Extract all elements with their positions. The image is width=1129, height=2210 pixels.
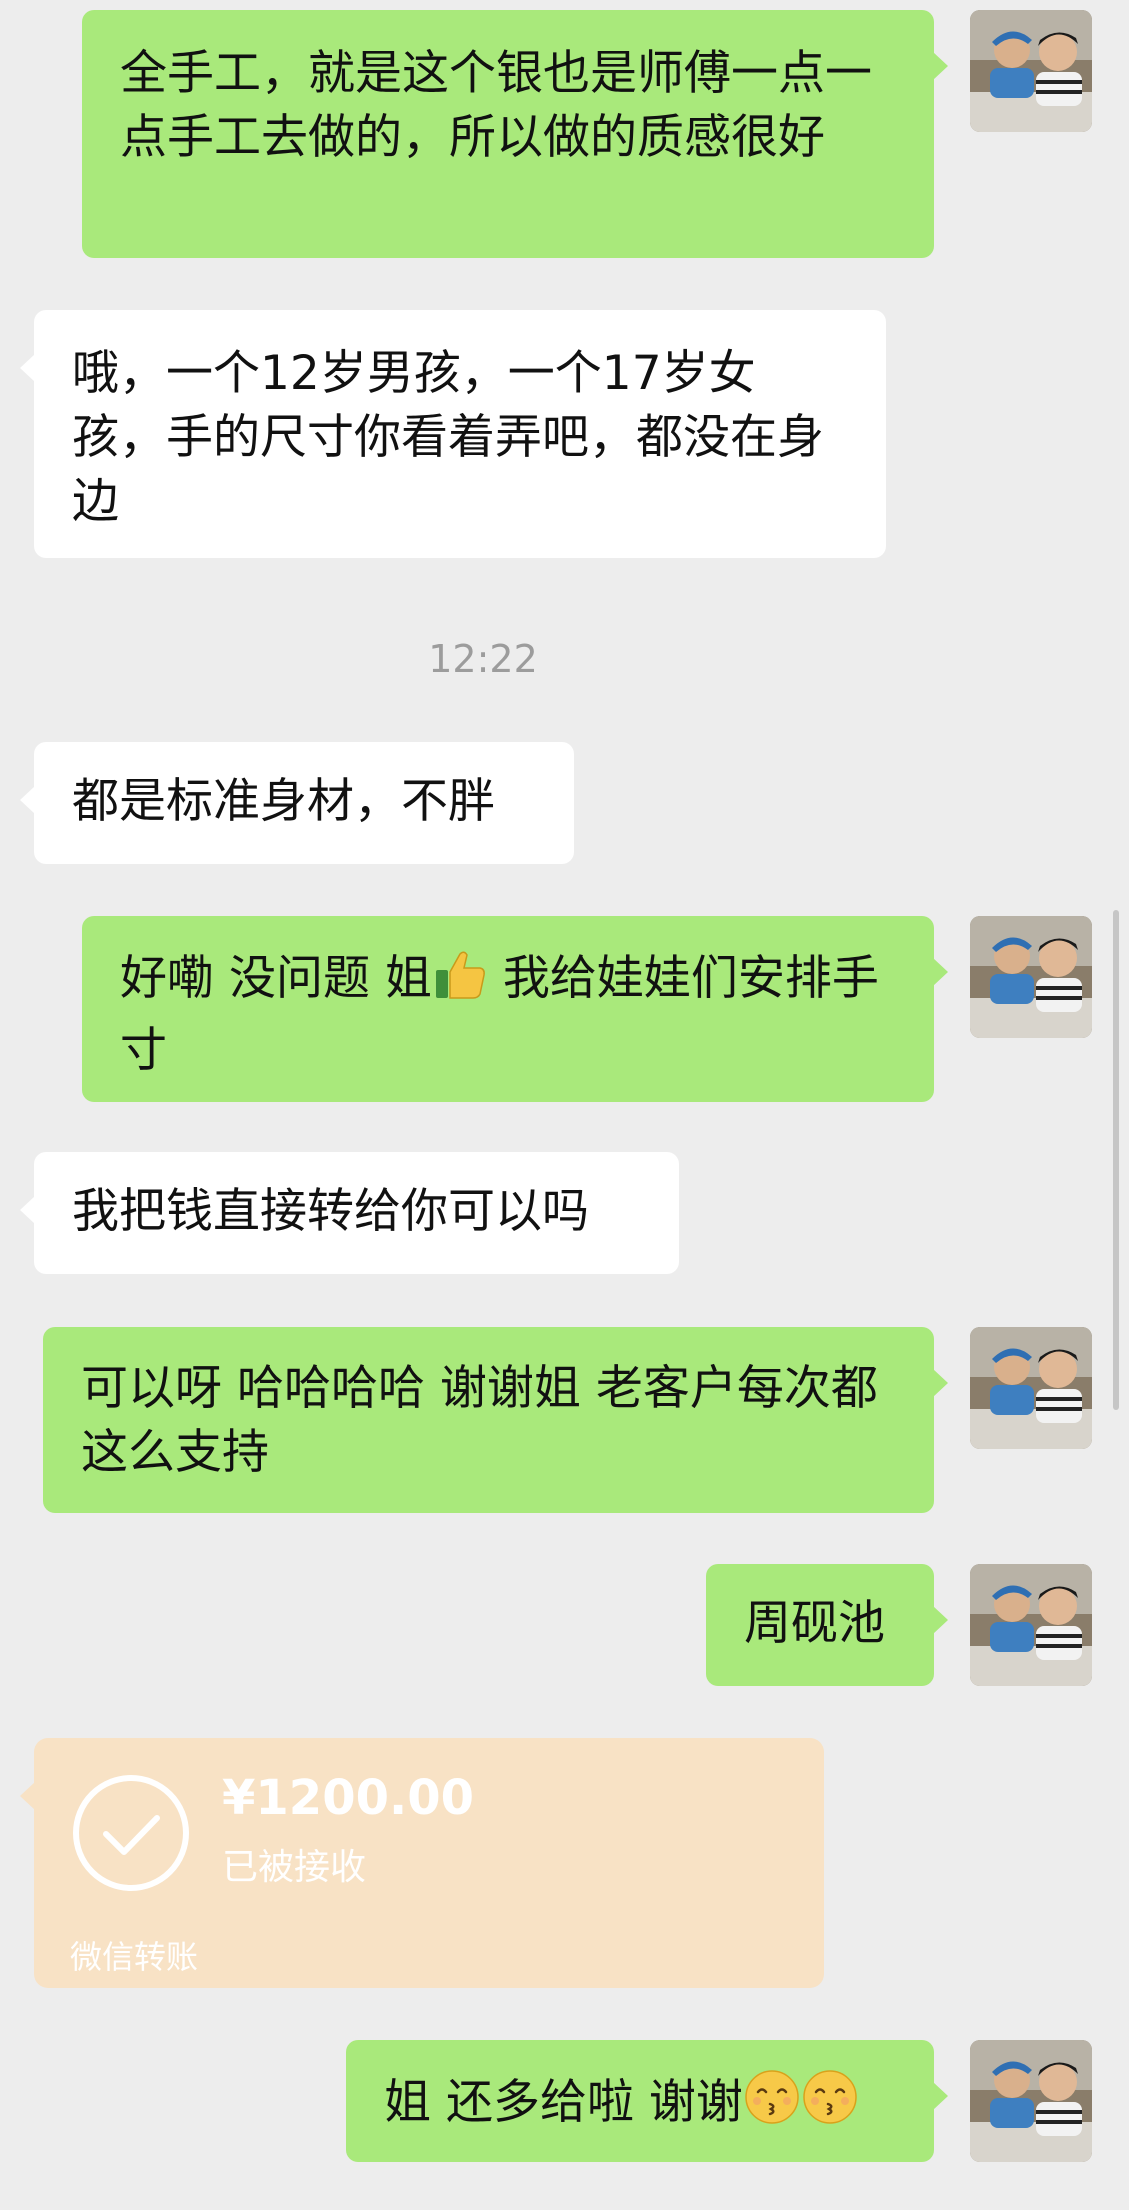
thumbs-up-icon [432,946,488,1019]
message-text: 都是标准身材，不胖 [72,774,495,829]
message-bubble-sent[interactable]: 姐 还多给啦 谢谢 [346,2040,948,2162]
transfer-amount: ¥1200.00 [222,1770,475,1826]
message-bubble-received[interactable]: 我把钱直接转给你可以吗 [20,1152,679,1274]
chat-window[interactable]: 全手工，就是这个银也是师傅一点一点手工去做的，所以做的质感很好 哦，一个12岁男… [0,0,1129,2210]
wechat-transfer-card[interactable]: ¥1200.00 已被接收 微信转账 [20,1738,824,1988]
message-bubble-sent[interactable]: 可以呀 哈哈哈哈 谢谢姐 老客户每次都这么支持 [43,1327,948,1513]
transfer-label: 微信转账 [70,1938,199,1976]
message-bubble-sent[interactable]: 全手工，就是这个银也是师傅一点一点手工去做的，所以做的质感很好 [82,10,948,258]
kissing-face-icon [743,2068,801,2143]
message-bubble-received[interactable]: 哦，一个12岁男孩，一个17岁女孩，手的尺寸你看着弄吧，都没在身边 [20,310,886,558]
message-bubble-received[interactable]: 都是标准身材，不胖 [20,742,574,864]
timestamp: 12:22 [428,637,538,681]
avatar[interactable] [970,1327,1092,1449]
message-text: 姐 还多给啦 谢谢 [384,2075,743,2130]
message-bubble-sent[interactable]: 好嘞 没问题 姐 我给娃娃们安排手寸 [82,916,948,1102]
message-text: 好嘞 没问题 姐 [120,951,432,1006]
avatar[interactable] [970,1564,1092,1686]
avatar[interactable] [970,2040,1092,2162]
check-circle-icon [72,1774,190,1896]
avatar[interactable] [970,10,1092,132]
avatar[interactable] [970,916,1092,1038]
transfer-status: 已被接收 [222,1847,367,1888]
message-text: 哦，一个12岁男孩，一个17岁女孩，手的尺寸你看着弄吧，都没在身边 [72,346,824,529]
message-bubble-sent[interactable]: 周砚池 [706,1564,948,1686]
message-text: 全手工，就是这个银也是师傅一点一点手工去做的，所以做的质感很好 [120,46,872,165]
message-text: 我把钱直接转给你可以吗 [72,1184,589,1239]
scrollbar[interactable] [1113,910,1119,1410]
message-text: 可以呀 哈哈哈哈 谢谢姐 老客户每次都这么支持 [81,1361,878,1480]
kissing-face-icon [801,2068,859,2143]
message-text: 周砚池 [744,1596,885,1651]
